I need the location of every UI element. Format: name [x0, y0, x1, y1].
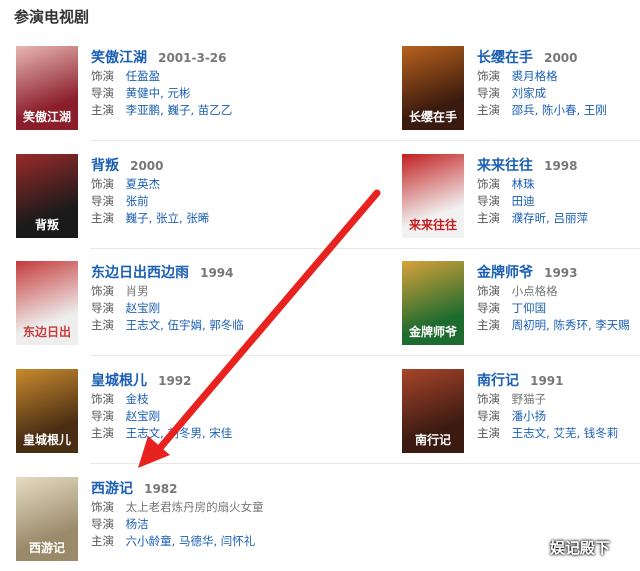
watermark: 娱记殿下: [550, 539, 611, 557]
red-arrow-annotation: [138, 189, 381, 468]
